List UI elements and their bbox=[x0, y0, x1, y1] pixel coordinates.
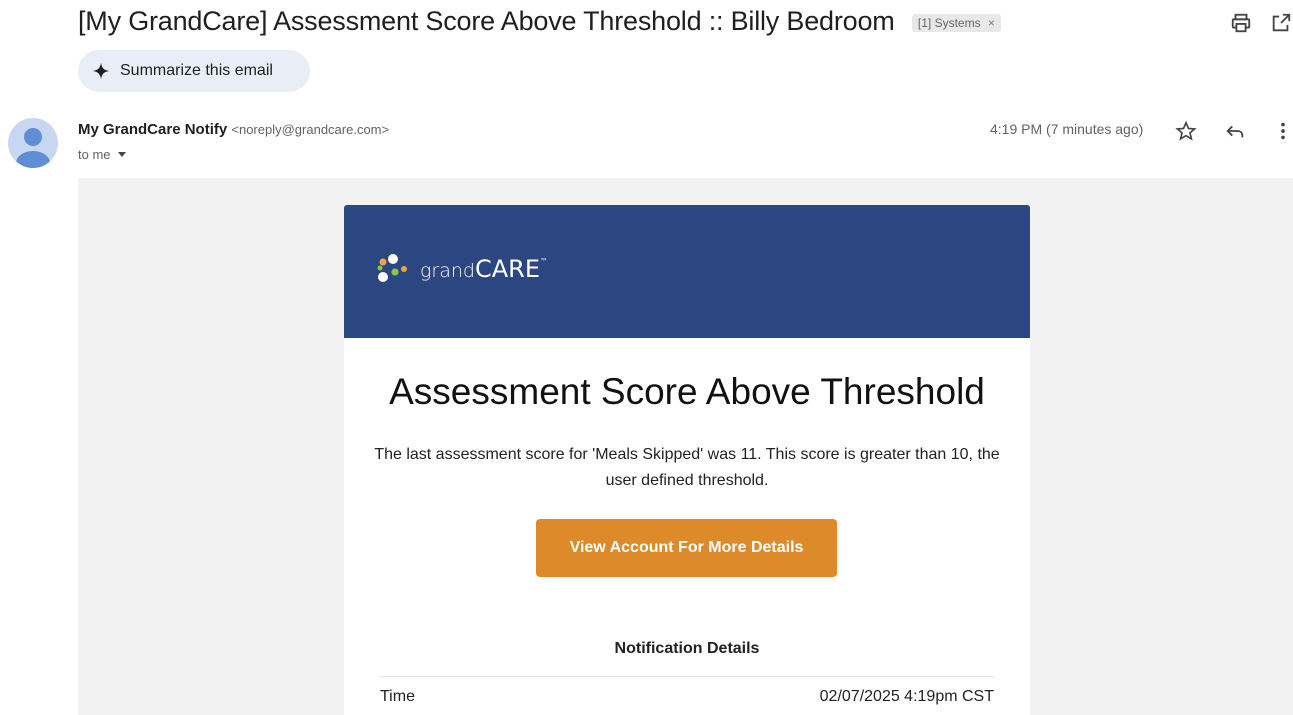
label-chip-text: [1] Systems bbox=[917, 15, 981, 30]
view-account-button[interactable]: View Account For More Details bbox=[536, 519, 837, 577]
sender-info: My GrandCare Notify <noreply@grandcare.c… bbox=[78, 121, 389, 138]
logo-dots-icon bbox=[377, 254, 407, 282]
reply-icon[interactable] bbox=[1224, 120, 1246, 142]
recipient-details-toggle[interactable]: to me bbox=[78, 147, 127, 162]
summarize-label: Summarize this email bbox=[120, 62, 273, 79]
email-subject: [My GrandCare] Assessment Score Above Th… bbox=[78, 6, 1001, 37]
details-divider bbox=[379, 676, 995, 677]
email-headline: Assessment Score Above Threshold bbox=[389, 371, 985, 412]
brand-banner: grandCARE™ bbox=[344, 205, 1030, 338]
label-chip[interactable]: [1] Systems × bbox=[911, 13, 1001, 32]
sender-name[interactable]: My GrandCare Notify bbox=[78, 121, 227, 138]
sparkle-icon bbox=[92, 62, 110, 80]
logo-text: grandCARE™ bbox=[420, 255, 548, 283]
recipient-text: to me bbox=[78, 147, 111, 162]
detail-value-time: 02/07/2025 4:19pm CST bbox=[819, 688, 994, 705]
chevron-down-icon bbox=[118, 152, 127, 157]
star-icon[interactable] bbox=[1175, 120, 1197, 142]
grandcare-logo: grandCARE™ bbox=[374, 249, 548, 289]
open-in-new-window-icon[interactable] bbox=[1270, 12, 1292, 34]
more-vert-icon[interactable] bbox=[1272, 120, 1293, 142]
notification-details-title: Notification Details bbox=[614, 640, 760, 657]
email-card: grandCARE™ Assessment Score Above Thresh… bbox=[344, 205, 1030, 715]
detail-label-time: Time bbox=[380, 688, 415, 705]
print-icon[interactable] bbox=[1230, 12, 1252, 34]
message-timestamp: 4:19 PM (7 minutes ago) bbox=[990, 121, 1144, 137]
sender-avatar[interactable] bbox=[8, 118, 58, 168]
email-message: The last assessment score for 'Meals Ski… bbox=[374, 446, 1000, 489]
label-remove-icon[interactable]: × bbox=[988, 16, 995, 30]
subject-text: [My GrandCare] Assessment Score Above Th… bbox=[78, 6, 895, 36]
sender-email: <noreply@grandcare.com> bbox=[231, 122, 390, 137]
summarize-email-button[interactable]: Summarize this email bbox=[78, 50, 310, 92]
